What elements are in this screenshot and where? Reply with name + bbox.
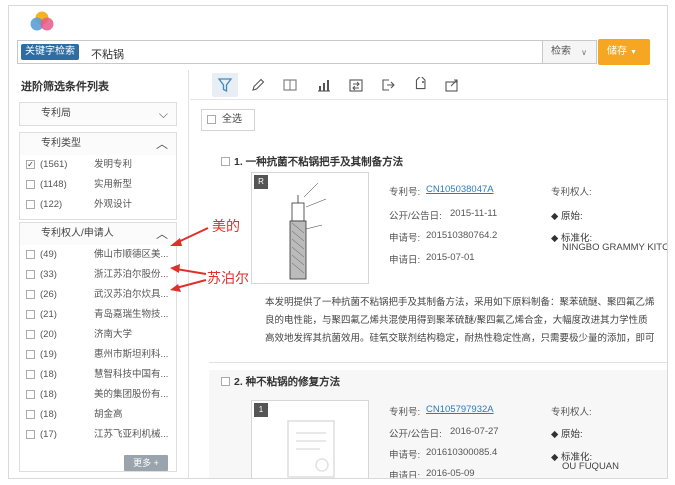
annotation-arrows — [170, 227, 209, 292]
annotation-supor: 苏泊尔 — [207, 271, 249, 287]
annotation-meidi: 美的 — [212, 219, 240, 235]
